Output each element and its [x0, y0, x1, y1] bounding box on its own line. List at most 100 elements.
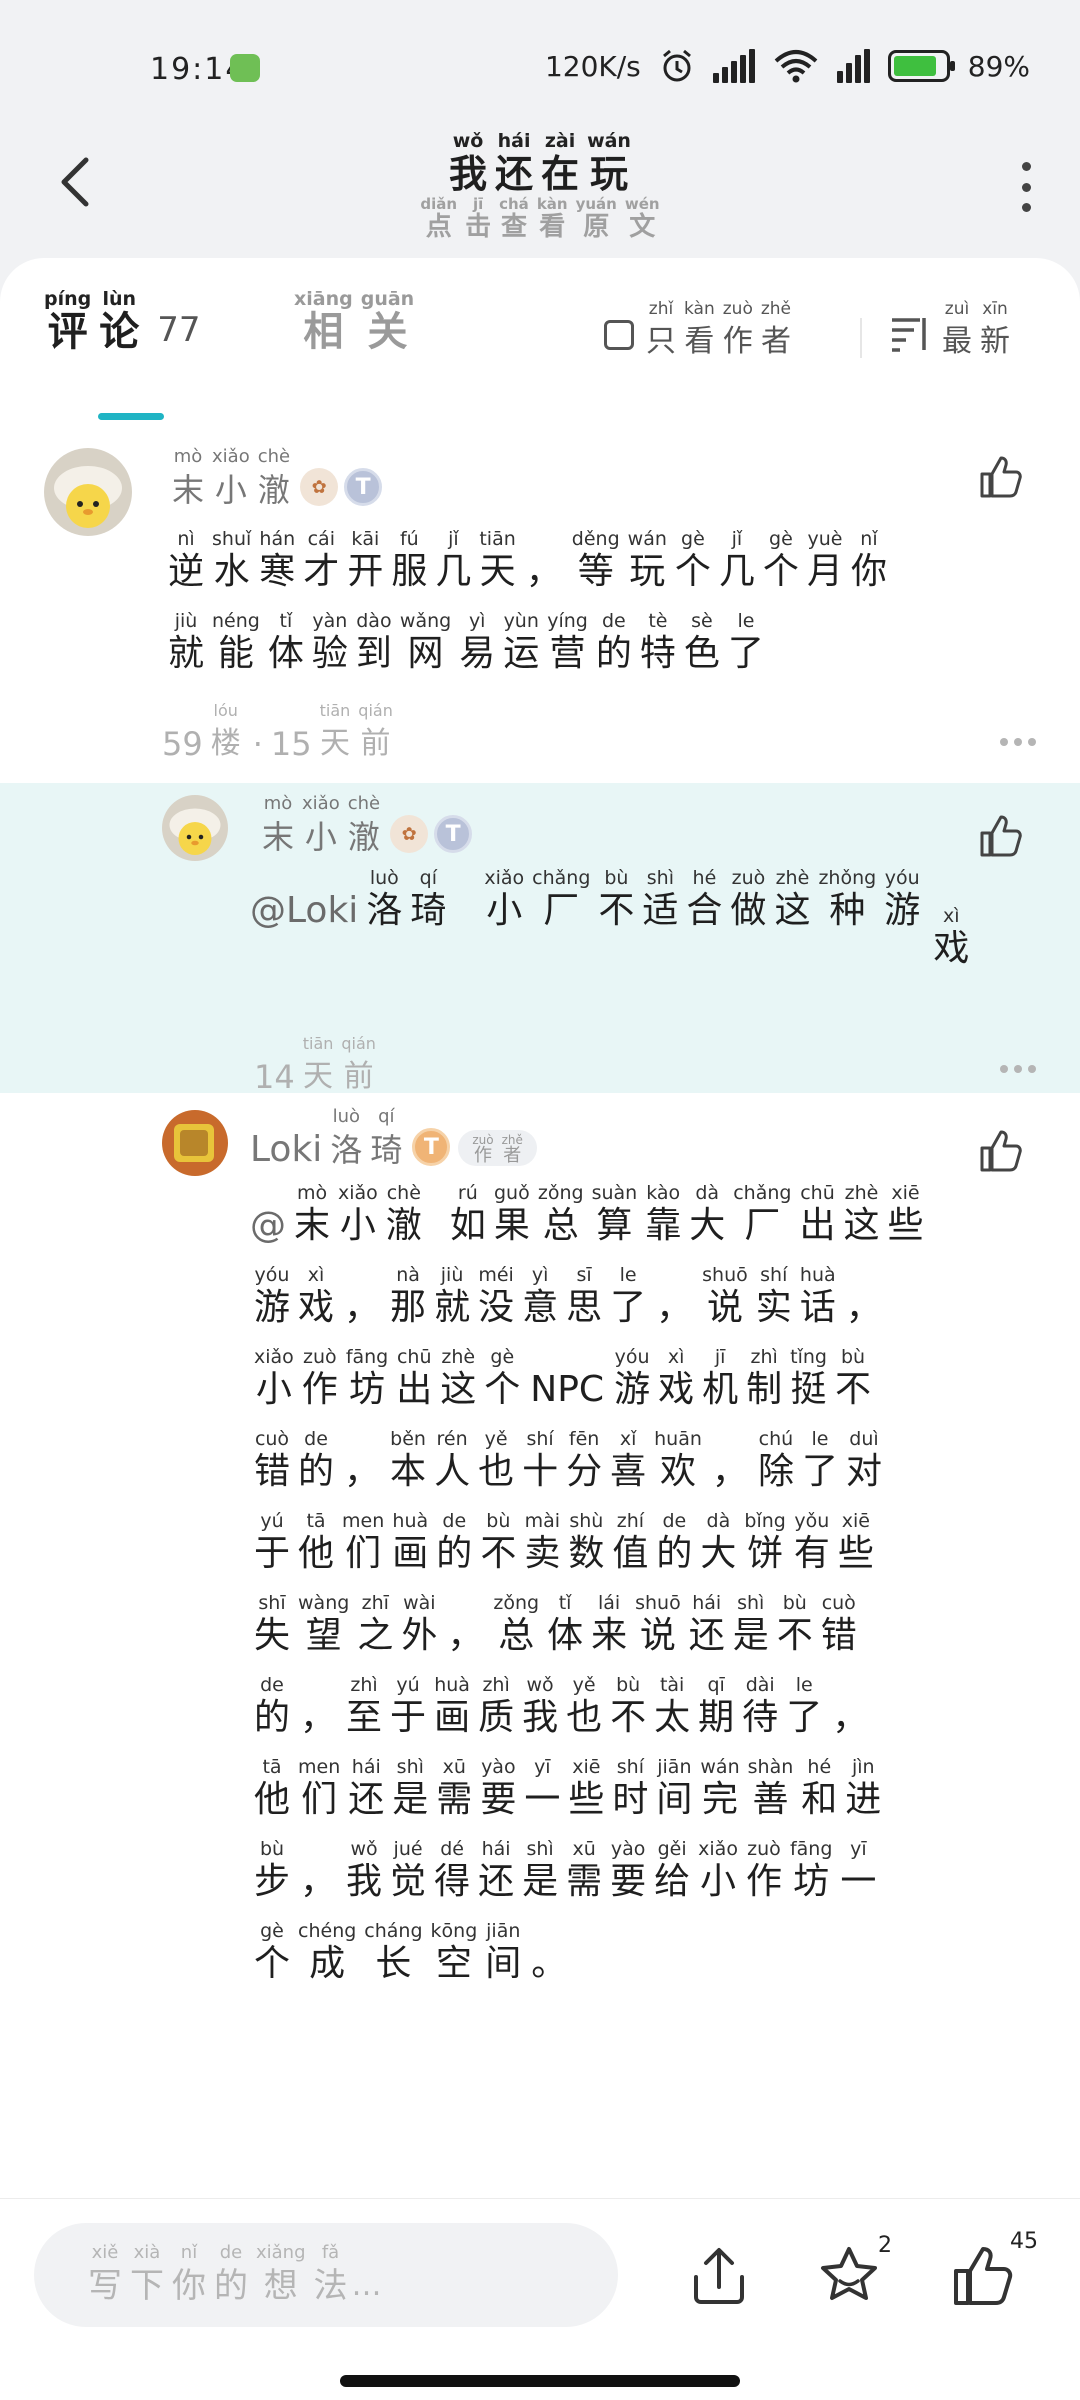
- hanzi: 画: [434, 1697, 471, 1738]
- checkbox-icon[interactable]: [604, 320, 634, 350]
- reply-username[interactable]: mò 末 xiǎo 小 chè 澈 ✿ T: [258, 793, 473, 859]
- hanzi: 新: [980, 324, 1010, 359]
- tab-related[interactable]: xiāng 相 guān 关: [290, 288, 418, 354]
- share-icon[interactable]: [686, 2243, 752, 2309]
- more-options-icon[interactable]: [1000, 1065, 1036, 1075]
- ruby-char: zhǐ 只: [646, 298, 676, 364]
- hanzi: 色: [683, 633, 720, 674]
- ruby-char: fú 服: [391, 528, 427, 594]
- pinyin: zhè: [441, 1346, 476, 1368]
- ruby-char: zhí 值: [612, 1510, 648, 1576]
- pinyin: luò: [369, 867, 399, 889]
- ruby-char: men 们: [342, 1510, 384, 1576]
- hanzi: 你: [850, 551, 887, 592]
- app-notification-icon: [230, 54, 260, 82]
- level-badge: T: [434, 815, 473, 853]
- cell-signal-icon: [712, 49, 755, 83]
- pinyin: wǒ: [526, 1674, 554, 1696]
- meta-separator: ·: [252, 725, 263, 763]
- ruby-char: mài 卖: [524, 1510, 560, 1576]
- reply-username[interactable]: Loki luò 洛 qí 琦 T zuò 作 zhě 者: [250, 1106, 537, 1172]
- pinyin: zǒng: [537, 1182, 584, 1204]
- pinyin: qián: [341, 1034, 376, 1053]
- ruby-char: qí 琦: [370, 1106, 402, 1172]
- hanzi: 不: [834, 1369, 871, 1410]
- sort-button[interactable]: zuì 最 xīn 新: [890, 298, 1014, 364]
- comment-input[interactable]: xiě 写 xià 下 nǐ 你 de 的 xiǎng 想 fǎ 法 …: [34, 2223, 618, 2327]
- hanzi: 前: [360, 726, 391, 761]
- pinyin: men: [342, 1510, 385, 1532]
- ruby-char: xià 下: [130, 2242, 164, 2308]
- ruby-char: shí 时: [612, 1756, 648, 1822]
- hanzi: 最: [942, 324, 972, 359]
- hanzi: 末: [172, 471, 205, 509]
- author-tag: zuò 作 zhě 者: [458, 1130, 537, 1166]
- hanzi: 能: [217, 633, 254, 674]
- avatar[interactable]: [162, 1110, 228, 1176]
- avatar[interactable]: [44, 448, 132, 536]
- ruby-char: wén 文: [625, 196, 660, 242]
- placeholder-ellipsis: …: [351, 2267, 382, 2303]
- hanzi: 的: [595, 633, 632, 674]
- hanzi: 玩: [629, 551, 666, 592]
- hanzi: 原: [583, 212, 610, 242]
- hanzi: 实: [755, 1287, 792, 1328]
- hanzi: 还: [348, 1779, 385, 1820]
- pinyin: sè: [691, 610, 713, 632]
- hanzi: 要: [480, 1779, 517, 1820]
- hanzi: 我: [522, 1697, 559, 1738]
- ruby-char: xīn 新: [980, 298, 1010, 364]
- like-icon[interactable]: [978, 813, 1024, 859]
- pinyin: lùn: [102, 288, 137, 310]
- star-icon[interactable]: [816, 2243, 882, 2309]
- ruby-char: jiān 间: [485, 1920, 521, 1986]
- more-vertical-icon[interactable]: [1016, 162, 1036, 212]
- like-icon[interactable]: [978, 454, 1024, 500]
- favorite-count: 2: [878, 2233, 892, 2258]
- tab-comments[interactable]: píng 评 lùn 论 77: [40, 288, 201, 354]
- hanzi: 小: [486, 890, 523, 931]
- hanzi: 意: [522, 1287, 559, 1328]
- pinyin: rén: [436, 1428, 468, 1450]
- only-author-toggle[interactable]: zhǐ 只 kàn 看 zuò 作 zhě 者: [604, 298, 795, 364]
- page-title[interactable]: wǒ 我 hái 还 zài 在 wán 玩 diǎn 点 jī 击 chá 查 kàn 看 yuán 原 wén…: [0, 130, 1080, 242]
- pinyin: tiān: [479, 528, 516, 550]
- ruby-char: zhě 者: [761, 298, 791, 364]
- ruby-char: xì 戏: [933, 905, 969, 971]
- text-glyph: ，: [344, 1451, 381, 1492]
- ruby-char: duì 对: [846, 1428, 882, 1494]
- comment-meta: 59 lóu 楼 · 15 tiān 天 qián 前: [162, 700, 397, 766]
- view-original-link[interactable]: diǎn 点 jī 击 chá 查 kàn 看 yuán 原 wén 文: [416, 196, 663, 242]
- pinyin: yuán: [575, 195, 617, 213]
- more-options-icon[interactable]: [1000, 738, 1036, 748]
- hanzi: 错: [820, 1615, 857, 1656]
- ruby-char: bù 不: [610, 1674, 646, 1740]
- hanzi: 些: [568, 1779, 605, 1820]
- mention-link[interactable]: @Loki: [250, 889, 358, 933]
- like-icon[interactable]: [950, 2243, 1016, 2309]
- ruby-char: xiě 写: [88, 2242, 122, 2308]
- pinyin: xiē: [572, 1756, 601, 1778]
- avatar[interactable]: [162, 795, 228, 861]
- hanzi: 们: [301, 1779, 338, 1820]
- level-badge: T: [412, 1128, 451, 1166]
- pinyin: sī: [576, 1264, 592, 1286]
- comment-username[interactable]: mò 末 xiǎo 小 chè 澈 ✿ T: [168, 446, 383, 512]
- ruby-char: yùn 运: [503, 610, 539, 676]
- ruby-char: yuè 月: [807, 528, 843, 594]
- like-icon[interactable]: [978, 1128, 1024, 1174]
- hanzi: 完: [702, 1779, 739, 1820]
- pinyin: zhǒng: [818, 867, 877, 889]
- mention-link[interactable]: @: [250, 1204, 286, 1248]
- hanzi: 和: [801, 1779, 838, 1820]
- ruby-char: le 了: [610, 1264, 646, 1330]
- ruby-char: zhǒng 种: [818, 867, 876, 933]
- hanzi: 不: [610, 1697, 647, 1738]
- ruby-char: yì 易: [459, 610, 495, 676]
- ruby-char: jìn 进: [845, 1756, 881, 1822]
- hanzi: 我: [346, 1861, 383, 1902]
- pinyin: xiāng: [294, 288, 353, 310]
- pinyin: dà: [706, 1510, 731, 1532]
- hanzi: 网: [407, 633, 444, 674]
- ruby-char: de 的: [656, 1510, 692, 1576]
